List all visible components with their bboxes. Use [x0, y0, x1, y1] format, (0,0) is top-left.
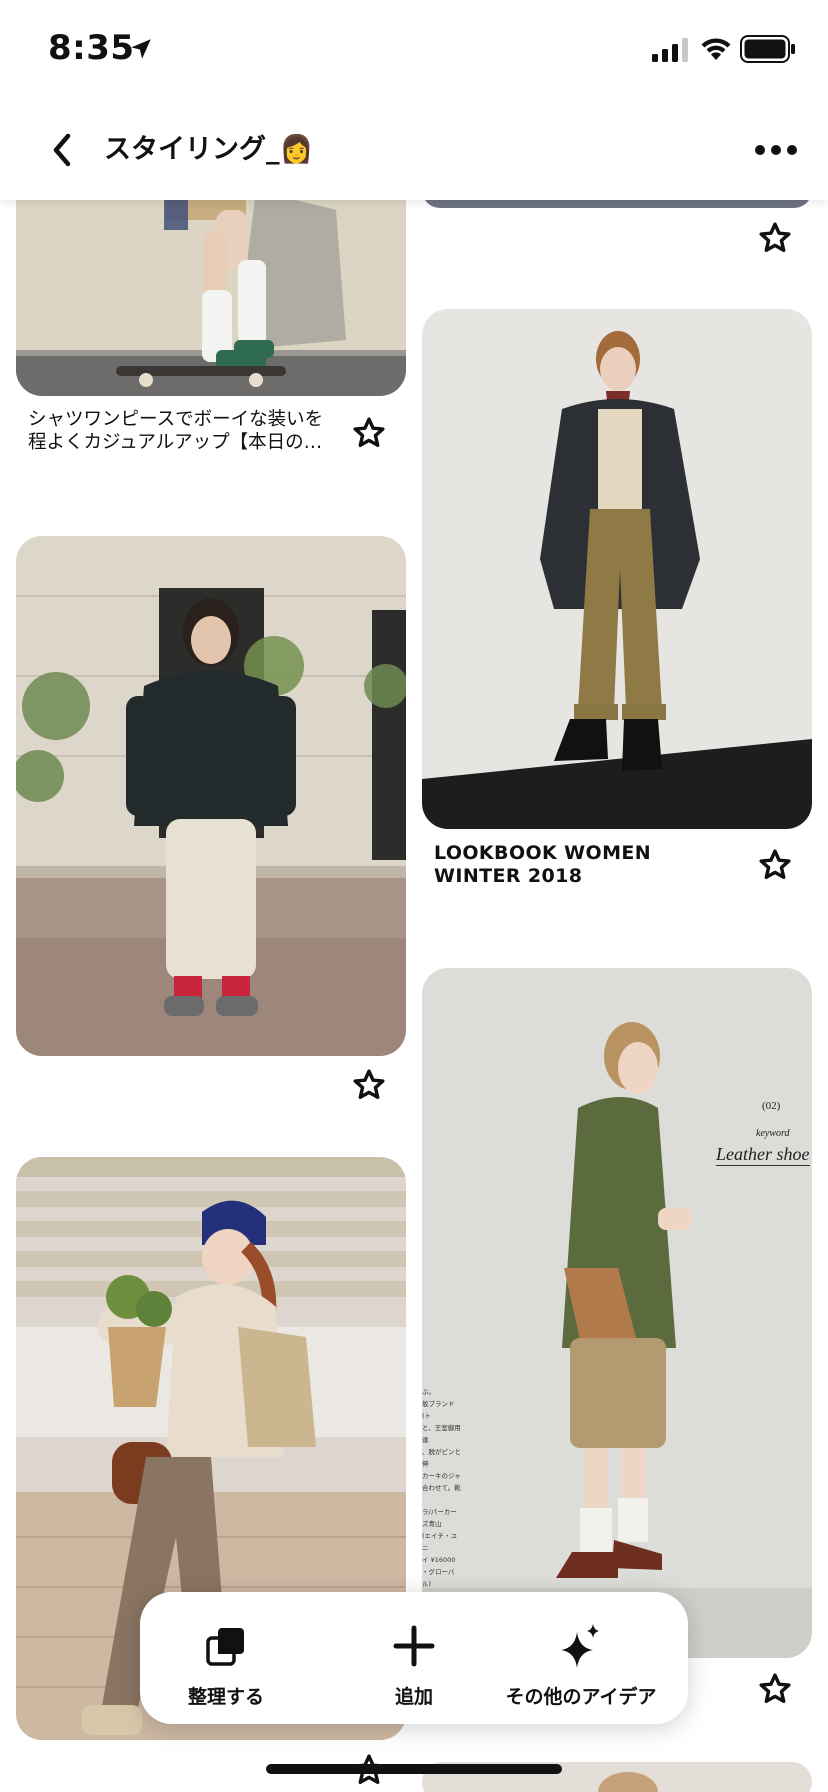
organize-label: 整理する — [187, 1686, 264, 1708]
status-time: 8:35 — [48, 28, 135, 68]
lookbook-photo — [422, 309, 812, 829]
organize-icon — [206, 1628, 244, 1666]
star-outline-icon — [353, 417, 385, 448]
pin-title-lookbook-tweed-coat[interactable]: LOOKBOOK WOMEN WINTER 2018 — [434, 842, 734, 890]
wifi-icon — [701, 38, 731, 60]
pin-title-skateboard-outfit[interactable]: シャツワンピースでボーイな装いを 程よくカジュアルアップ【本日の… — [28, 408, 338, 456]
board-title: スタイリング_👩 — [104, 134, 314, 165]
pin-save-button[interactable] — [347, 1063, 391, 1107]
board-header: スタイリング_👩 — [0, 100, 828, 200]
chevron-left-icon — [53, 133, 71, 167]
status-bar: 8:35 — [0, 0, 828, 100]
pin-save-button[interactable] — [347, 411, 391, 455]
home-indicator — [266, 1764, 562, 1774]
board-action-bar: 整理する 追加 その他のアイデア — [140, 1592, 688, 1724]
navy-jacket-photo — [16, 536, 406, 1056]
more-options-button[interactable] — [748, 128, 804, 172]
plus-icon — [393, 1625, 435, 1667]
more-horizontal-icon — [755, 145, 797, 155]
battery-icon — [740, 35, 795, 63]
organize-button[interactable]: 整理する — [176, 1592, 276, 1724]
star-outline-icon — [759, 849, 791, 880]
pin-image-lookbook-tweed-coat[interactable] — [422, 309, 812, 829]
sparkle-icon — [561, 1624, 599, 1668]
star-outline-icon — [759, 222, 791, 253]
more-ideas-button[interactable]: その他のアイデア — [496, 1592, 666, 1724]
location-arrow-icon — [131, 39, 151, 59]
add-label: 追加 — [394, 1686, 433, 1708]
pin-save-button[interactable] — [753, 1667, 797, 1711]
star-outline-icon — [759, 1673, 791, 1704]
pin-image-navy-jacket-street[interactable] — [16, 536, 406, 1056]
star-outline-icon — [353, 1069, 385, 1100]
pin-save-button[interactable] — [753, 216, 797, 260]
pin-save-button[interactable] — [753, 843, 797, 887]
back-button[interactable] — [38, 126, 86, 174]
signal-icon — [652, 38, 688, 62]
add-button[interactable]: 追加 — [364, 1592, 464, 1724]
pin-image-khaki-jacket-magazine[interactable] — [422, 968, 812, 1658]
khaki-jacket-photo — [422, 968, 812, 1658]
more-ideas-label: その他のアイデア — [505, 1686, 657, 1708]
